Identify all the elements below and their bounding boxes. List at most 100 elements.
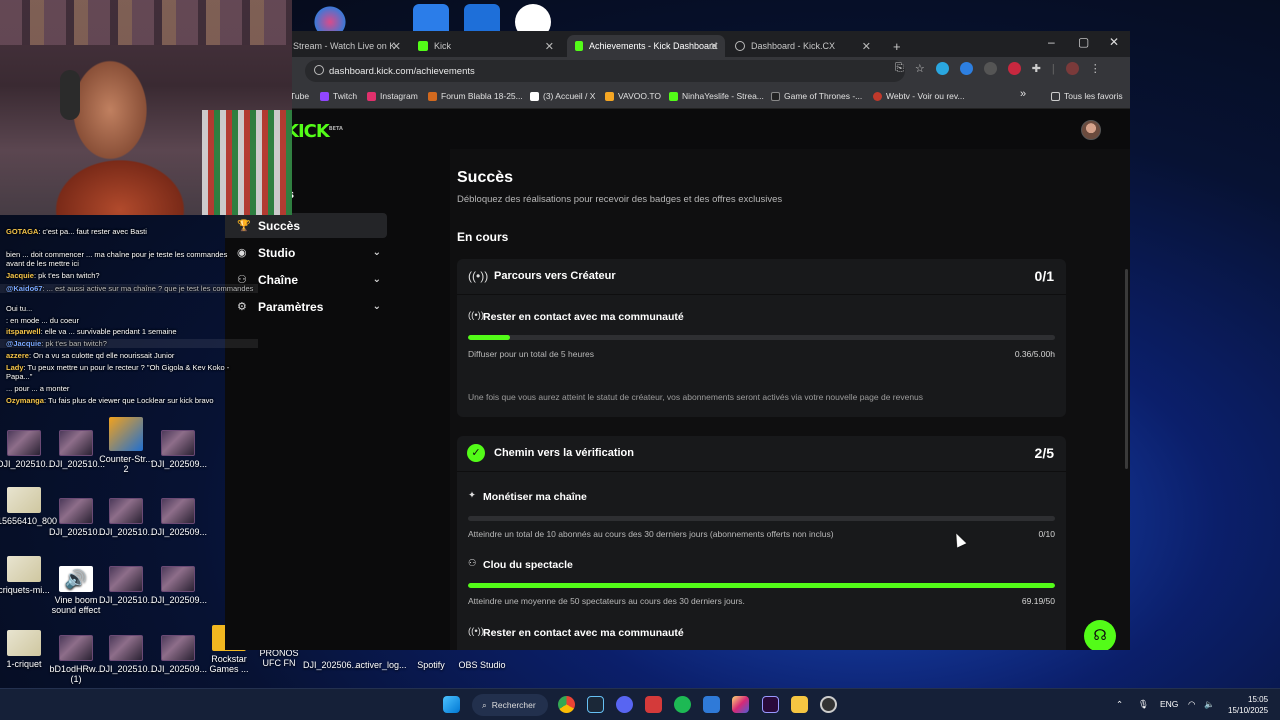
bookmarks-overflow[interactable]: » <box>1020 88 1026 100</box>
app-icon[interactable] <box>645 696 662 713</box>
tab-achievements[interactable]: Achievements - Kick Dashboard ✕ <box>567 35 725 57</box>
windows-start-icon[interactable] <box>443 696 460 713</box>
bookmark-item[interactable]: Instagram <box>367 91 418 101</box>
taskbar-clock[interactable]: 15:05 15/10/2025 <box>1228 694 1268 716</box>
premiere-icon[interactable] <box>762 696 779 713</box>
bookmark-item[interactable]: Game of Thrones -... <box>771 91 862 101</box>
vavoo-icon <box>605 91 614 101</box>
kick-favicon-icon <box>575 41 583 51</box>
puzzle-icon[interactable]: ✚ <box>1032 62 1041 75</box>
new-tab-button[interactable]: + <box>885 35 909 57</box>
close-icon[interactable]: ✕ <box>545 40 554 53</box>
desktop-icon[interactable]: DJI_202510... <box>0 430 53 469</box>
chevron-up-icon[interactable]: ⌃ <box>1116 699 1123 710</box>
bookmark-item[interactable]: NinhaYeslife - Strea... <box>669 91 764 101</box>
wifi-icon[interactable]: ◠ <box>1188 699 1195 710</box>
desktop-icon-label: activer_log... <box>355 660 407 670</box>
close-icon[interactable]: ✕ <box>862 40 871 53</box>
bookmark-item[interactable]: Forum Blabla 18-25... <box>428 91 523 101</box>
tab-title: Stream - Watch Live on K <box>293 41 396 51</box>
desktop-icon[interactable]: criquets-mi... <box>0 556 51 595</box>
desktop-icon[interactable]: 15656410_800 <box>0 487 57 526</box>
bookmark-item[interactable]: Tube <box>290 91 309 101</box>
all-bookmarks[interactable]: Tous les favoris <box>1051 91 1123 101</box>
desktop-icon[interactable]: DJI_202510... <box>49 430 105 469</box>
desktop-icon[interactable]: 1-criquet <box>0 630 51 669</box>
image-file-icon <box>7 556 41 582</box>
spotify-icon[interactable] <box>674 696 691 713</box>
kick-favicon-icon <box>418 41 428 51</box>
progress-bar <box>468 516 1055 521</box>
forum-icon <box>428 91 437 101</box>
task-value: 0.36/5.00h <box>1014 349 1055 359</box>
scrollbar[interactable] <box>1125 269 1128 469</box>
desktop-icon[interactable]: PRONOS UFC FN <box>252 648 306 668</box>
site-info-icon[interactable] <box>314 65 324 75</box>
menu-icon[interactable]: ⋮ <box>1090 62 1101 75</box>
desktop-icon[interactable]: DJI_202510... <box>99 498 156 537</box>
desktop-icon[interactable]: DJI_202509... <box>151 635 207 674</box>
achievement-card: ✓ Chemin vers la vérification 2/5 ✦ Moné… <box>457 436 1066 650</box>
bookmark-item[interactable]: Twitch <box>320 91 357 101</box>
chat-text: : en mode ... du coeur <box>6 316 79 325</box>
star-icon[interactable]: ☆ <box>915 62 925 75</box>
desktop-icon[interactable]: DJI_202510... <box>49 498 105 537</box>
desktop-icon[interactable]: DJI_202506... <box>303 660 359 670</box>
bookmark-item[interactable]: VAVOO.TO <box>605 91 661 101</box>
video-file-icon <box>161 566 195 592</box>
instagram-icon[interactable] <box>732 696 749 713</box>
tab-kickcx[interactable]: Dashboard - Kick.CX ✕ <box>727 35 877 57</box>
steam-icon[interactable] <box>587 696 604 713</box>
language-indicator[interactable]: ENG <box>1160 699 1178 709</box>
kick-favicon-icon <box>669 91 678 101</box>
desktop-icon[interactable]: 🔊 Vine boom sound effect <box>49 566 103 615</box>
support-chat-button[interactable]: ☊ <box>1084 620 1116 650</box>
desktop-icon-label: Counter-Str... 2 <box>99 454 153 474</box>
card-header[interactable]: ✓ Chemin vers la vérification 2/5 <box>457 436 1066 472</box>
tab-kick[interactable]: Kick ✕ <box>410 35 560 57</box>
desktop-icon[interactable]: activer_log... <box>354 660 408 670</box>
chrome-icon[interactable] <box>558 696 575 713</box>
extension-icon[interactable] <box>1007 62 1021 75</box>
progress-bar <box>468 335 1055 340</box>
tab-stream[interactable]: Stream - Watch Live on K ✕ <box>285 35 407 57</box>
close-window-icon[interactable]: ✕ <box>1109 35 1119 49</box>
extension-icon[interactable] <box>983 62 997 75</box>
profile-avatar-icon[interactable] <box>1065 62 1079 75</box>
kick-logo[interactable]: KICKBETA <box>285 121 343 142</box>
avatar[interactable] <box>1081 120 1101 140</box>
close-icon[interactable]: ✕ <box>710 40 719 53</box>
taskbar-search[interactable]: ⌕ Rechercher <box>472 694 548 716</box>
close-icon[interactable]: ✕ <box>392 40 401 53</box>
card-header[interactable]: ((•)) Parcours vers Créateur 0/1 <box>457 259 1066 295</box>
desktop-icon[interactable]: DJI_202509... <box>151 430 207 469</box>
desktop-icon[interactable]: Spotify <box>404 660 458 670</box>
desktop-icon[interactable]: Counter-Str... 2 <box>99 417 153 474</box>
bookmark-item[interactable]: Webtv - Voir ou rev... <box>873 91 965 101</box>
desktop-icon[interactable]: bD1odHRw... (1) <box>49 635 103 684</box>
translate-icon[interactable]: ⎘ <box>895 62 904 75</box>
discord-icon[interactable] <box>616 696 633 713</box>
desktop-icon[interactable]: DJI_202509... <box>151 566 207 605</box>
extension-icon[interactable] <box>959 62 973 75</box>
desktop-icon[interactable]: OBS Studio <box>455 660 509 670</box>
bookmark-item[interactable]: (3) Accueil / X <box>530 91 595 101</box>
volume-icon[interactable]: 🔈 <box>1204 699 1215 710</box>
desktop-icon[interactable]: DJI_202509... <box>151 498 207 537</box>
progress-fill <box>468 335 511 340</box>
extension-icon[interactable] <box>935 62 949 75</box>
obs-icon[interactable] <box>820 696 837 713</box>
desktop-icon[interactable]: DJI_202510... <box>99 635 155 674</box>
chat-message: ... pour ... a monter <box>6 384 69 393</box>
file-explorer-icon[interactable] <box>791 696 808 713</box>
desktop-icon[interactable]: DJI_202510... <box>99 566 155 605</box>
bookmark-label: Forum Blabla 18-25... <box>441 91 523 101</box>
card-title: Parcours vers Créateur <box>494 270 616 282</box>
chevron-double-icon: » <box>1020 88 1027 100</box>
microphone-icon[interactable]: 🎙 <box>1138 699 1149 710</box>
maximize-icon[interactable]: ▢ <box>1078 35 1089 49</box>
photos-icon[interactable] <box>703 696 720 713</box>
address-bar[interactable]: dashboard.kick.com/achievements <box>305 60 905 82</box>
minimize-icon[interactable]: – <box>1048 35 1055 49</box>
desktop-icon-label: DJI_202510... <box>99 527 156 537</box>
